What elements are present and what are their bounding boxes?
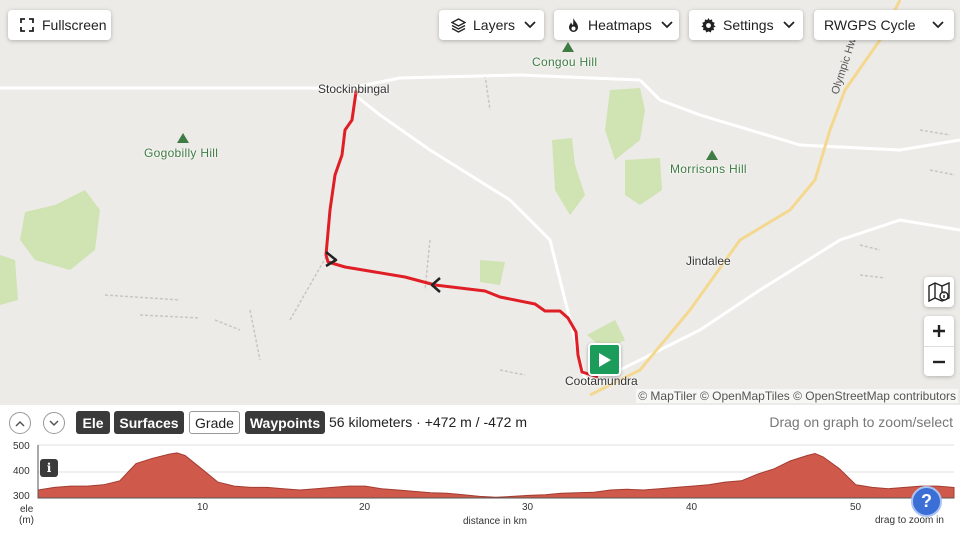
place-label-cootamundra: Cootamundra	[565, 374, 638, 388]
y-tick-label: 400	[13, 466, 30, 477]
help-button[interactable]: ?	[911, 486, 942, 517]
peak-label-gogobilly: Gogobilly Hill	[144, 146, 219, 160]
route-stats: 56 kilometers · +472 m / -472 m	[329, 414, 528, 430]
peak-icon	[177, 133, 189, 143]
x-tick-label: 10	[197, 502, 209, 513]
chevron-down-icon	[661, 19, 673, 31]
play-route-button[interactable]	[588, 343, 621, 376]
map-info-button[interactable]	[924, 277, 954, 307]
settings-dropdown[interactable]: Settings	[689, 10, 803, 40]
plus-icon	[933, 325, 945, 337]
place-label-jindalee: Jindalee	[686, 254, 731, 268]
fullscreen-button[interactable]: Fullscreen	[8, 10, 111, 40]
heatmaps-label: Heatmaps	[588, 17, 652, 33]
zoom-out-button[interactable]	[924, 346, 954, 376]
zoom-hint: drag to zoom in	[875, 515, 944, 526]
layers-icon	[450, 17, 466, 33]
info-icon[interactable]: i	[40, 459, 58, 477]
zoom-controls	[924, 316, 954, 376]
basemap-value: RWGPS Cycle	[824, 17, 916, 33]
chevron-down-icon	[932, 19, 944, 31]
waypoints-toggle[interactable]: Waypoints	[245, 411, 325, 434]
map-canvas[interactable]: Olympic Hwy	[0, 0, 960, 405]
gear-icon	[700, 17, 716, 33]
y-axis-label: ele	[20, 504, 34, 515]
expand-panel-button[interactable]	[43, 412, 65, 434]
chevron-down-icon	[782, 19, 795, 31]
place-label-stockinbingal: Stockinbingal	[318, 82, 390, 96]
minus-icon	[933, 360, 945, 363]
forest-areas	[0, 88, 662, 350]
heatmaps-dropdown[interactable]: Heatmaps	[554, 10, 679, 40]
y-axis-unit: (m)	[19, 515, 34, 526]
play-icon	[598, 352, 611, 367]
surfaces-toggle[interactable]: Surfaces	[114, 411, 184, 434]
ele-toggle[interactable]: Ele	[76, 411, 110, 434]
y-tick-label: 300	[13, 491, 30, 502]
chevron-down-icon	[524, 19, 536, 31]
map-info-icon	[928, 282, 950, 302]
elevation-area	[37, 452, 955, 499]
grade-toggle[interactable]: Grade	[189, 411, 240, 434]
x-tick-label: 40	[686, 502, 698, 513]
map-view[interactable]: Olympic Hwy Stockinbingal Cootamundra Ji…	[0, 0, 960, 405]
x-axis-label: distance in km	[463, 516, 527, 527]
peak-icon	[706, 150, 718, 160]
layers-dropdown[interactable]: Layers	[439, 10, 544, 40]
basemap-select[interactable]: RWGPS Cycle	[814, 10, 954, 40]
highway-label: Olympic Hwy	[829, 31, 860, 96]
x-tick-label: 30	[522, 502, 534, 513]
route-line	[324, 91, 599, 379]
settings-label: Settings	[723, 17, 774, 33]
drag-hint: Drag on graph to zoom/select	[769, 414, 953, 430]
chevron-down-icon	[49, 419, 59, 426]
fullscreen-icon	[19, 17, 35, 33]
layers-label: Layers	[473, 17, 516, 33]
x-tick-label: 50	[850, 502, 862, 513]
collapse-panel-button[interactable]	[9, 412, 31, 434]
peak-label-congou: Congou Hill	[532, 55, 598, 69]
peak-label-morrisons: Morrisons Hill	[670, 162, 747, 176]
map-attribution[interactable]: © MapTiler © OpenMapTiles © OpenStreetMa…	[636, 389, 958, 403]
chevron-up-icon	[15, 420, 25, 427]
minor-roads	[104, 74, 956, 376]
elevation-panel: Ele Surfaces Grade Waypoints 56 kilomete…	[0, 405, 960, 540]
fullscreen-label: Fullscreen	[42, 17, 107, 33]
y-tick-label: 500	[13, 441, 30, 452]
x-tick-label: 20	[359, 502, 371, 513]
zoom-in-button[interactable]	[924, 316, 954, 346]
roads	[0, 73, 960, 382]
peak-icon	[562, 42, 574, 52]
app-root: Olympic Hwy Stockinbingal Cootamundra Ji…	[0, 0, 960, 540]
flame-icon	[565, 17, 581, 33]
